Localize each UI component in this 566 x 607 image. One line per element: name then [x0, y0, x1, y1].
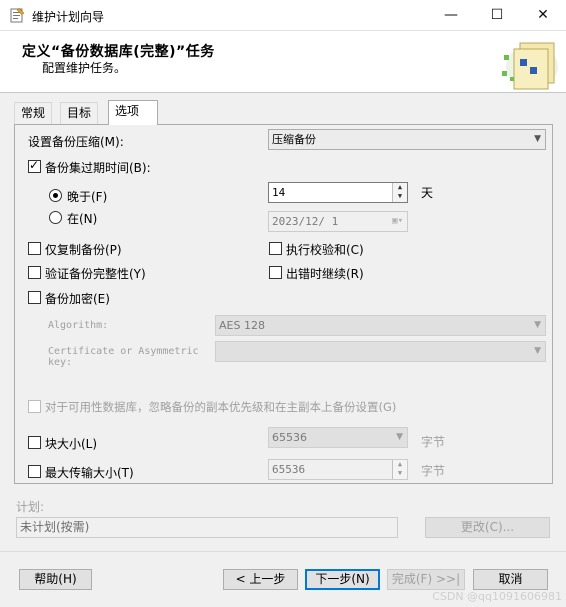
change-schedule-button[interactable]: 更改(C)...	[425, 517, 550, 538]
block-size-unit: 字节	[421, 435, 446, 449]
block-size-label: 块大小(L)	[45, 437, 98, 451]
title-bar[interactable]: 维护计划向导 — ☐ ✕	[0, 0, 566, 31]
copy-only-checkbox[interactable]	[28, 242, 41, 255]
chevron-down-icon: ▼	[534, 346, 541, 356]
checksum-checkbox[interactable]	[269, 242, 282, 255]
next-button[interactable]: 下一步(N)	[305, 569, 380, 590]
ag-checkbox[interactable]	[28, 400, 41, 413]
on-date-value: 2023/12/ 1	[272, 215, 339, 228]
spinner-icon[interactable]: ▲ ▼	[392, 460, 407, 479]
max-transfer-unit: 字节	[421, 464, 446, 478]
algorithm-label: Algorithm:	[48, 320, 109, 331]
copy-only-label: 仅复制备份(P)	[45, 243, 122, 257]
back-button[interactable]: < 上一步	[223, 569, 298, 590]
maintenance-plan-icon	[502, 42, 558, 90]
max-transfer-label: 最大传输大小(T)	[45, 466, 134, 480]
page-title: 定义“备份数据库(完整)”任务	[22, 44, 215, 60]
continue-on-error-label: 出错时继续(R)	[286, 267, 364, 281]
tab-options[interactable]: 选项	[108, 100, 158, 125]
after-radio[interactable]	[49, 189, 62, 202]
header-banner: 定义“备份数据库(完整)”任务 配置维护任务。	[0, 31, 566, 93]
chevron-down-icon: ▼	[534, 134, 541, 144]
max-transfer-checkbox[interactable]	[28, 465, 41, 478]
close-button[interactable]: ✕	[520, 0, 566, 31]
block-size-select[interactable]: 65536 ▼	[268, 427, 408, 448]
schedule-field: 未计划(按需)	[16, 517, 398, 538]
compression-label: 设置备份压缩(M):	[28, 135, 124, 149]
continue-on-error-checkbox[interactable]	[269, 266, 282, 279]
after-unit: 天	[421, 186, 434, 200]
compression-value: 压缩备份	[272, 133, 316, 146]
ag-label: 对于可用性数据库，忽略备份的副本优先级和在主副本上备份设置(G)	[45, 400, 397, 414]
certificate-label-line2: key:	[48, 357, 73, 368]
algorithm-value: AES 128	[219, 319, 265, 332]
cancel-button[interactable]: 取消	[473, 569, 548, 590]
expire-checkbox[interactable]	[28, 158, 41, 173]
on-radio[interactable]	[49, 211, 62, 224]
tab-general[interactable]: 常规	[14, 102, 53, 124]
calendar-icon: ▣▾	[392, 216, 403, 226]
after-days-input[interactable]: 14 ▲ ▼	[268, 182, 408, 203]
help-button[interactable]: 帮助(H)	[19, 569, 92, 590]
tab-target[interactable]: 目标	[60, 102, 99, 124]
footer-divider	[0, 551, 566, 552]
max-transfer-input[interactable]: 65536 ▲ ▼	[268, 459, 408, 480]
compression-select[interactable]: 压缩备份 ▼	[268, 129, 546, 150]
checksum-label: 执行校验和(C)	[286, 243, 364, 257]
chevron-down-icon: ▼	[396, 432, 403, 442]
page-subtitle: 配置维护任务。	[42, 61, 127, 75]
after-label: 晚于(F)	[67, 190, 108, 204]
on-label: 在(N)	[67, 212, 98, 226]
certificate-select[interactable]: ▼	[215, 341, 546, 362]
maximize-button[interactable]: ☐	[474, 0, 520, 31]
algorithm-select[interactable]: AES 128 ▼	[215, 315, 546, 336]
wizard-app-icon	[10, 7, 25, 23]
block-size-value: 65536	[272, 431, 307, 444]
schedule-label: 计划:	[16, 500, 45, 514]
certificate-label-line1: Certificate or Asymmetric	[48, 346, 199, 357]
chevron-down-icon: ▼	[534, 320, 541, 330]
encryption-label: 备份加密(E)	[45, 292, 110, 306]
on-date-picker[interactable]: 2023/12/ 1 ▣▾	[268, 211, 408, 232]
finish-button[interactable]: 完成(F) >>|	[387, 569, 465, 590]
after-days-value: 14	[272, 186, 286, 199]
encryption-checkbox[interactable]	[28, 291, 41, 304]
max-transfer-value: 65536	[272, 463, 306, 476]
minimize-button[interactable]: —	[428, 0, 474, 31]
expire-label: 备份集过期时间(B):	[45, 161, 151, 175]
watermark: CSDN @qq1091606981	[432, 590, 562, 603]
window-title: 维护计划向导	[32, 10, 105, 24]
spinner-icon[interactable]: ▲ ▼	[392, 183, 407, 202]
block-size-checkbox[interactable]	[28, 436, 41, 449]
verify-label: 验证备份完整性(Y)	[45, 267, 146, 281]
verify-checkbox[interactable]	[28, 266, 41, 279]
